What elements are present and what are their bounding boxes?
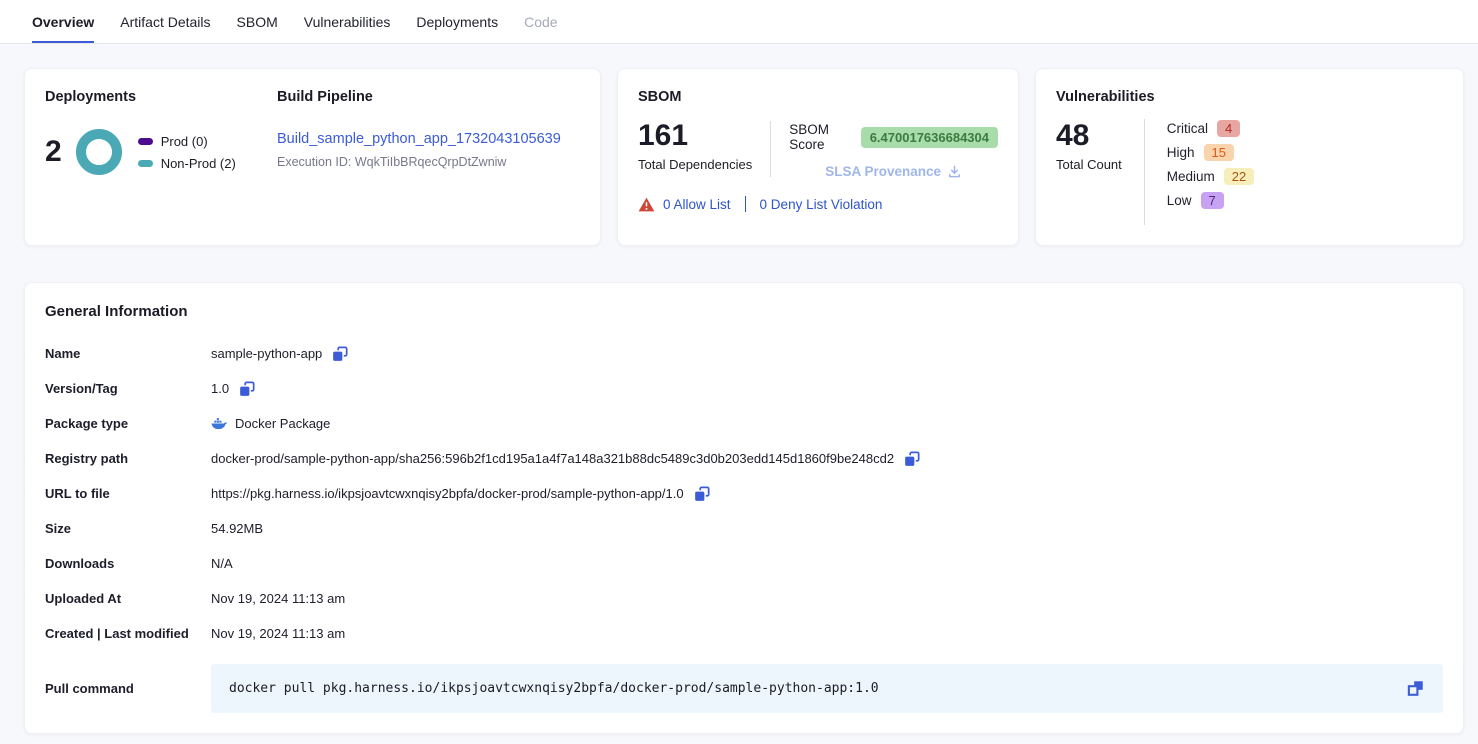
- row-label: Uploaded At: [45, 591, 211, 606]
- legend-item-nonprod: Non-Prod (2): [138, 156, 236, 171]
- uploaded-at-value: Nov 19, 2024 11:13 am: [211, 591, 345, 606]
- general-information-card: General Information Name sample-python-a…: [24, 282, 1464, 734]
- slsa-provenance-link[interactable]: SLSA Provenance: [789, 164, 998, 179]
- copy-icon[interactable]: [903, 450, 921, 468]
- row-version-tag: Version/Tag 1.0: [45, 371, 1443, 406]
- link-separator: [745, 196, 746, 212]
- package-type-value: Docker Package: [235, 416, 330, 431]
- build-pipeline-link[interactable]: Build_sample_python_app_1732043105639: [277, 131, 561, 147]
- row-label: Version/Tag: [45, 381, 211, 396]
- prod-label: Prod (0): [161, 134, 208, 149]
- copy-icon[interactable]: [693, 485, 711, 503]
- allow-list-link[interactable]: 0 Allow List: [663, 197, 731, 212]
- vulnerabilities-title: Vulnerabilities: [1056, 89, 1443, 105]
- severity-list: Critical 4 High 15 Medium 22 Low 7: [1167, 119, 1254, 225]
- download-icon: [947, 164, 962, 179]
- row-label: Size: [45, 521, 211, 536]
- severity-count-badge: 22: [1224, 168, 1254, 185]
- tab-bar: Overview Artifact Details SBOM Vulnerabi…: [0, 0, 1478, 44]
- copy-icon[interactable]: [331, 345, 349, 363]
- vulnerabilities-card: Vulnerabilities 48 Total Count Critical …: [1035, 68, 1464, 246]
- registry-path-value: docker-prod/sample-python-app/sha256:596…: [211, 451, 894, 466]
- row-label: Created | Last modified: [45, 626, 211, 641]
- version-value: 1.0: [211, 381, 229, 396]
- deployments-legend: Prod (0) Non-Prod (2): [138, 134, 236, 171]
- deployments-total-count: 2: [45, 135, 62, 169]
- docker-icon: [211, 417, 228, 430]
- deny-list-violation-link[interactable]: 0 Deny List Violation: [760, 197, 883, 212]
- pull-command-value: docker pull pkg.harness.io/ikpsjoavtcwxn…: [229, 681, 879, 696]
- legend-item-prod: Prod (0): [138, 134, 236, 149]
- row-uploaded-at: Uploaded At Nov 19, 2024 11:13 am: [45, 581, 1443, 616]
- row-url-to-file: URL to file https://pkg.harness.io/ikpsj…: [45, 476, 1443, 511]
- size-value: 54.92MB: [211, 521, 263, 536]
- row-label: Downloads: [45, 556, 211, 571]
- name-value: sample-python-app: [211, 346, 322, 361]
- row-downloads: Downloads N/A: [45, 546, 1443, 581]
- deployments-donut-chart: [76, 129, 122, 175]
- vulnerabilities-total-count: 48: [1056, 119, 1122, 152]
- row-label: Package type: [45, 416, 211, 431]
- vulnerabilities-divider: [1144, 119, 1145, 225]
- sbom-total-dependencies: 161: [638, 119, 752, 152]
- tab-code: Code: [524, 0, 557, 43]
- nonprod-label: Non-Prod (2): [161, 156, 236, 171]
- row-label: Name: [45, 346, 211, 361]
- tab-sbom[interactable]: SBOM: [237, 0, 278, 43]
- url-to-file-value: https://pkg.harness.io/ikpsjoavtcwxnqisy…: [211, 486, 684, 501]
- tab-overview[interactable]: Overview: [32, 0, 94, 43]
- severity-count-badge: 4: [1217, 120, 1240, 137]
- tab-deployments[interactable]: Deployments: [416, 0, 498, 43]
- row-label: URL to file: [45, 486, 211, 501]
- row-created-modified: Created | Last modified Nov 19, 2024 11:…: [45, 616, 1443, 651]
- build-pipeline-title: Build Pipeline: [277, 89, 580, 105]
- tab-artifact-details[interactable]: Artifact Details: [120, 0, 210, 43]
- severity-row-medium: Medium 22: [1167, 168, 1254, 185]
- downloads-value: N/A: [211, 556, 233, 571]
- severity-label: High: [1167, 145, 1195, 160]
- row-size: Size 54.92MB: [45, 511, 1443, 546]
- sbom-divider: [770, 121, 771, 177]
- sbom-score-label: SBOM Score: [789, 122, 851, 152]
- sbom-title: SBOM: [638, 89, 998, 105]
- warning-icon: [638, 197, 655, 212]
- execution-id: Execution ID: WqkTiIbBRqecQrpDtZwniw: [277, 155, 580, 169]
- severity-row-high: High 15: [1167, 144, 1254, 161]
- tab-vulnerabilities[interactable]: Vulnerabilities: [304, 0, 391, 43]
- row-label: Registry path: [45, 451, 211, 466]
- pull-command-copy-icon[interactable]: [1406, 679, 1425, 698]
- sbom-card: SBOM 161 Total Dependencies SBOM Score 6…: [617, 68, 1019, 246]
- sbom-total-label: Total Dependencies: [638, 157, 752, 172]
- deployments-title: Deployments: [45, 89, 277, 105]
- created-modified-value: Nov 19, 2024 11:13 am: [211, 626, 345, 641]
- general-information-title: General Information: [45, 303, 1443, 320]
- sbom-score-badge: 6.470017636684304: [861, 127, 998, 148]
- row-label: Pull command: [45, 681, 211, 696]
- severity-row-low: Low 7: [1167, 192, 1254, 209]
- slsa-provenance-label: SLSA Provenance: [825, 164, 941, 179]
- severity-count-badge: 15: [1204, 144, 1234, 161]
- severity-count-badge: 7: [1201, 192, 1224, 209]
- nonprod-color-pill: [138, 160, 153, 167]
- severity-label: Medium: [1167, 169, 1215, 184]
- copy-icon[interactable]: [238, 380, 256, 398]
- severity-label: Low: [1167, 193, 1192, 208]
- prod-color-pill: [138, 138, 153, 145]
- summary-cards-row: Deployments 2 Prod (0) Non-Prod (2) Buil…: [24, 68, 1464, 246]
- deployments-card: Deployments 2 Prod (0) Non-Prod (2) Buil…: [24, 68, 601, 246]
- row-package-type: Package type Docker Package: [45, 406, 1443, 441]
- severity-row-critical: Critical 4: [1167, 120, 1254, 137]
- pull-command-box: docker pull pkg.harness.io/ikpsjoavtcwxn…: [211, 664, 1443, 713]
- row-name: Name sample-python-app: [45, 336, 1443, 371]
- vulnerabilities-total-label: Total Count: [1056, 157, 1122, 172]
- severity-label: Critical: [1167, 121, 1208, 136]
- row-pull-command: Pull command docker pull pkg.harness.io/…: [45, 664, 1443, 713]
- row-registry-path: Registry path docker-prod/sample-python-…: [45, 441, 1443, 476]
